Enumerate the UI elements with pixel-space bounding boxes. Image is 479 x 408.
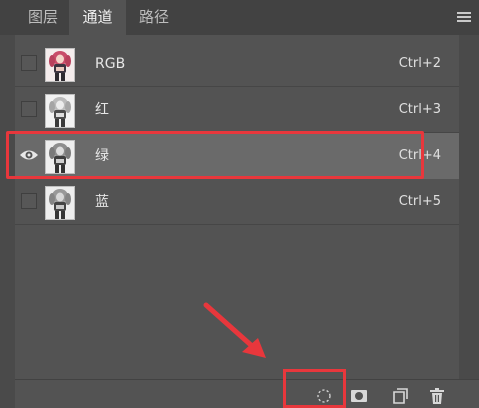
visibility-toggle[interactable] [21,101,37,117]
tab-channels[interactable]: 通道 [69,0,126,35]
delete-channel-icon[interactable] [428,387,446,405]
panel-tab-bar: 图层 通道 路径 [0,0,479,35]
visibility-toggle[interactable] [21,55,37,71]
channel-row-blue[interactable]: 蓝 Ctrl+5 [15,179,459,225]
channel-name: 蓝 [95,194,109,210]
highlight-box-selection-button [283,369,346,408]
scrollbar-track[interactable] [459,35,479,379]
red-arrow-icon [203,302,266,358]
channel-row-red[interactable]: 红 Ctrl+3 [15,87,459,133]
tab-paths[interactable]: 路径 [126,0,182,35]
channel-shortcut: Ctrl+2 [398,56,441,71]
save-selection-as-channel-icon[interactable] [350,387,368,405]
new-channel-icon[interactable] [391,387,409,405]
channel-thumbnail [45,186,75,220]
channels-footer [15,379,479,408]
channel-thumbnail [45,94,75,128]
channel-row-rgb[interactable]: RGB Ctrl+2 [15,41,459,87]
channel-name: RGB [95,56,126,72]
highlight-box-selected-channel [6,131,424,179]
channel-thumbnail [45,48,75,82]
channel-name: 红 [95,102,109,118]
channel-shortcut: Ctrl+5 [398,194,441,209]
visibility-toggle[interactable] [21,193,37,209]
channel-shortcut: Ctrl+3 [398,102,441,117]
tab-layers[interactable]: 图层 [17,0,69,35]
hamburger-menu-icon[interactable] [457,12,471,23]
